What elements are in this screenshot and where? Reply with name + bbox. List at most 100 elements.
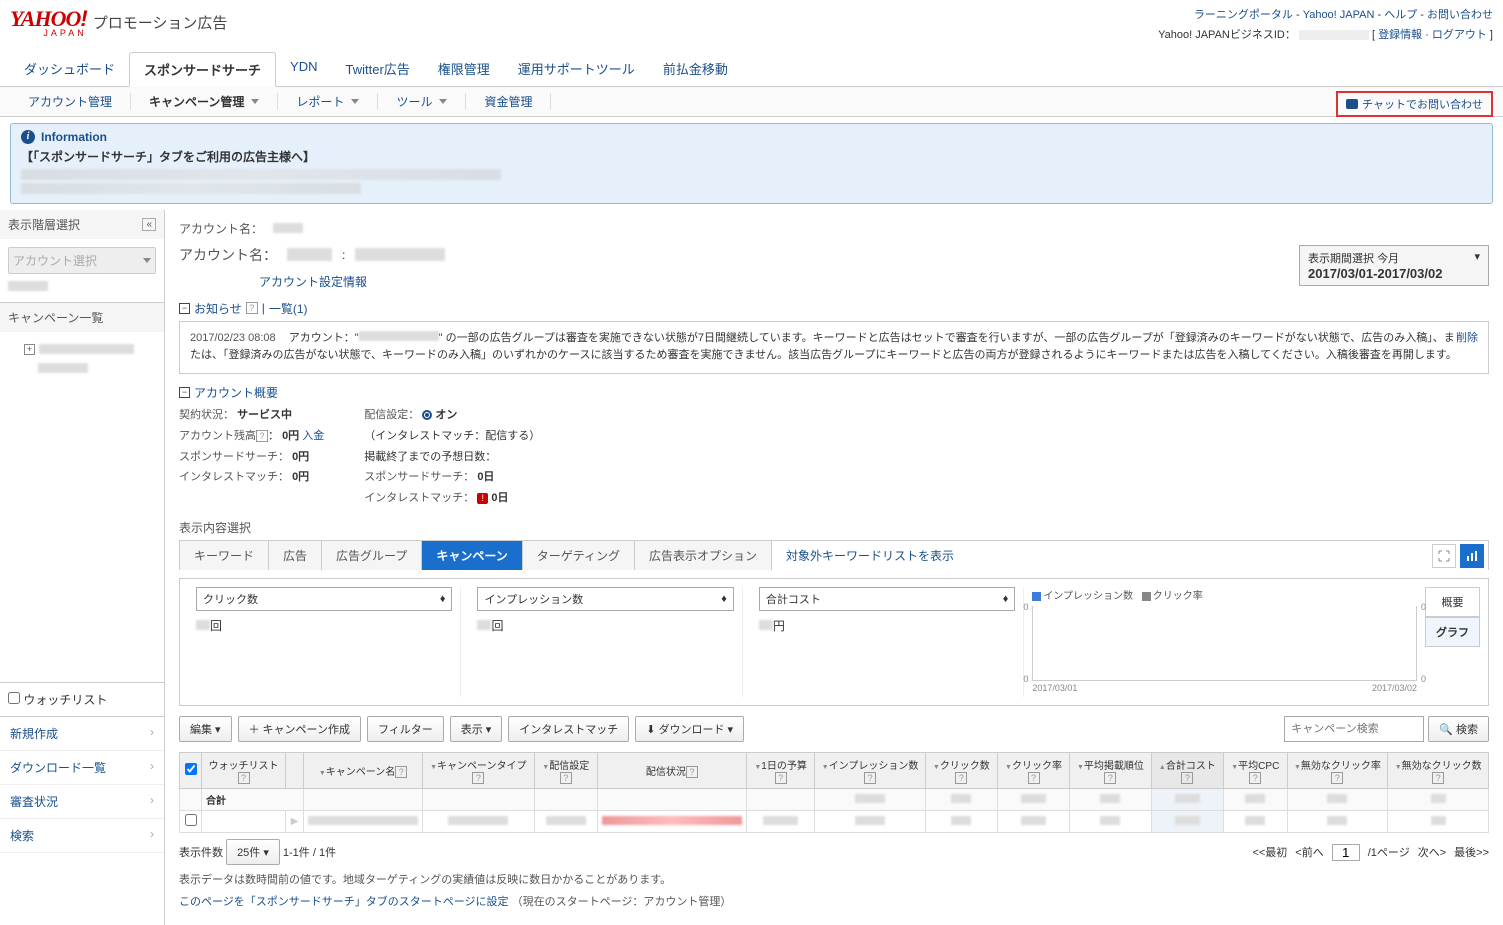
col-total-cost[interactable]: ▲合計コスト?: [1151, 753, 1223, 789]
download-button[interactable]: ⬇ダウンロード ▾: [635, 716, 744, 742]
help-icon[interactable]: ?: [256, 430, 268, 442]
subnav-report[interactable]: レポート: [278, 93, 378, 110]
page-input[interactable]: [1332, 844, 1360, 861]
row-checkbox[interactable]: [185, 814, 197, 826]
pager-first[interactable]: <<最初: [1252, 844, 1287, 860]
ctab-keyword[interactable]: キーワード: [180, 541, 269, 570]
tab-dashboard[interactable]: ダッシュボード: [10, 52, 129, 86]
metric-select-2[interactable]: インプレッション数♦: [477, 587, 733, 611]
metric-select-1[interactable]: クリック数♦: [196, 587, 452, 611]
ss-balance: 0円: [292, 451, 309, 463]
subnav-account[interactable]: アカウント管理: [10, 93, 131, 110]
col-impressions[interactable]: ▼インプレッション数?: [815, 753, 926, 789]
tab-ydn[interactable]: YDN: [276, 52, 331, 86]
notice-box: 削除 2017/02/23 08:08 アカウント："" の一部の広告グループは…: [179, 321, 1489, 374]
subnav-tool[interactable]: ツール: [378, 93, 466, 110]
tab-prepaid[interactable]: 前払金移動: [649, 52, 742, 86]
pager-prev[interactable]: <前へ: [1295, 844, 1323, 860]
notice-prefix: アカウント：": [289, 332, 359, 344]
subnav-funds[interactable]: 資金管理: [466, 93, 551, 110]
col-daily-budget[interactable]: ▼1日の予算?: [746, 753, 814, 789]
link-learning-portal[interactable]: ラーニングポータル: [1194, 9, 1293, 21]
notice-delete[interactable]: 削除: [1456, 330, 1478, 348]
collapse-sidebar-button[interactable]: «: [142, 218, 156, 231]
notice-date: 2017/02/23 08:08: [190, 332, 276, 344]
ctab-campaign[interactable]: キャンペーン: [422, 541, 522, 570]
interest-match-button[interactable]: インタレストマッチ: [508, 716, 629, 742]
footer-note: 表示データは数時間前の値です。地域ターゲティングの実績値は反映に数日かかることが…: [179, 871, 1489, 887]
link-logout[interactable]: ログアウト: [1432, 29, 1487, 41]
rows-per-page[interactable]: 25件 ▾: [226, 839, 280, 865]
notice-header[interactable]: お知らせ: [194, 300, 242, 317]
campaign-search-input[interactable]: [1284, 716, 1424, 742]
tab-graph[interactable]: グラフ: [1425, 617, 1480, 647]
account-settings-link[interactable]: アカウント設定情報: [259, 275, 367, 289]
im-delivery-note: （インタレストマッチ：配信する）: [364, 426, 540, 447]
sidebar-link-search[interactable]: 検索›: [0, 819, 164, 853]
pager-next[interactable]: 次へ>: [1418, 844, 1446, 860]
chat-contact-button[interactable]: チャットでお問い合わせ: [1336, 91, 1493, 117]
display-button[interactable]: 表示 ▾: [450, 716, 503, 742]
link-reg-info[interactable]: 登録情報: [1378, 29, 1422, 41]
collapse-icon[interactable]: −: [179, 387, 190, 398]
metric-select-3[interactable]: 合計コスト♦: [759, 587, 1015, 611]
days-remaining-label: 掲載終了までの予想日数：: [364, 447, 540, 468]
link-yahoo-japan[interactable]: Yahoo! JAPAN: [1303, 9, 1375, 21]
date-range-selector[interactable]: 表示期間選択 今月 ▾ 2017/03/01-2017/03/02: [1299, 245, 1489, 286]
overview-header[interactable]: アカウント概要: [194, 384, 278, 401]
col-delivery-setting[interactable]: ▼配信設定?: [534, 753, 597, 789]
tab-twitter[interactable]: Twitter広告: [331, 52, 423, 86]
ctab-ad[interactable]: 広告: [269, 541, 322, 570]
col-clicks[interactable]: ▼クリック数?: [925, 753, 997, 789]
col-campaign-type[interactable]: ▼キャンペーンタイプ?: [423, 753, 535, 789]
account-select[interactable]: アカウント選択: [8, 247, 156, 274]
chart-toggle-button[interactable]: [1460, 544, 1484, 568]
col-status[interactable]: [286, 753, 304, 789]
col-invalid-clicks[interactable]: ▼無効なクリック数?: [1388, 753, 1489, 789]
contract-status: サービス中: [237, 409, 292, 421]
col-avg-cpc[interactable]: ▼平均CPC?: [1224, 753, 1288, 789]
tab-sponsored-search[interactable]: スポンサードサーチ: [129, 52, 276, 87]
select-all-checkbox[interactable]: [185, 763, 197, 775]
help-icon[interactable]: ?: [246, 302, 258, 314]
search-button[interactable]: 🔍 検索: [1428, 716, 1489, 742]
total-row: 合計: [180, 789, 1489, 811]
col-watchlist[interactable]: ウォッチリスト?: [202, 753, 286, 789]
expand-icon[interactable]: +: [24, 344, 35, 355]
notice-list-link[interactable]: 一覧(1): [269, 300, 308, 317]
deposit-link[interactable]: 入金: [302, 430, 324, 442]
sidebar-link-review[interactable]: 審査状況›: [0, 785, 164, 819]
col-campaign-name[interactable]: ▼キャンペーン名?: [304, 753, 423, 789]
col-avg-position[interactable]: ▼平均掲載順位?: [1070, 753, 1152, 789]
create-campaign-button[interactable]: ＋キャンペーン作成: [238, 716, 361, 742]
col-invalid-ctr[interactable]: ▼無効なクリック率?: [1287, 753, 1388, 789]
chat-icon: [1346, 99, 1358, 109]
campaign-tree-item[interactable]: +: [8, 340, 156, 359]
sidebar-link-create[interactable]: 新規作成›: [0, 717, 164, 751]
ctab-adgroup[interactable]: 広告グループ: [322, 541, 422, 570]
edit-button[interactable]: 編集 ▾: [179, 716, 232, 742]
link-contact[interactable]: お問い合わせ: [1427, 9, 1493, 21]
col-delivery-status[interactable]: 配信状況?: [597, 753, 746, 789]
tab-summary[interactable]: 概要: [1425, 587, 1480, 617]
sidebar: 表示階層選択 « アカウント選択 キャンペーン一覧 + ウォッチリスト: [0, 210, 165, 925]
set-start-page-link[interactable]: このページを「スポンサードサーチ」タブのスタートページに設定: [179, 896, 509, 908]
watchlist-checkbox[interactable]: ウォッチリスト: [8, 693, 107, 707]
tab-permissions[interactable]: 権限管理: [424, 52, 504, 86]
fullscreen-button[interactable]: [1432, 544, 1456, 568]
collapse-icon[interactable]: −: [179, 303, 190, 314]
filter-button[interactable]: フィルター: [367, 716, 444, 742]
table-row[interactable]: ▶: [180, 811, 1489, 833]
content-tabs: キーワード 広告 広告グループ キャンペーン ターゲティング 広告表示オプション…: [179, 540, 1489, 570]
subnav-campaign[interactable]: キャンペーン管理: [131, 93, 278, 110]
link-help[interactable]: ヘルプ: [1384, 9, 1417, 21]
ctab-targeting[interactable]: ターゲティング: [523, 541, 635, 570]
biz-id-value: [1299, 30, 1369, 40]
ctab-ad-options[interactable]: 広告表示オプション: [635, 541, 772, 570]
negative-keywords-link[interactable]: 対象外キーワードリストを表示: [786, 549, 954, 563]
sidebar-link-downloads[interactable]: ダウンロード一覧›: [0, 751, 164, 785]
col-ctr[interactable]: ▼クリック率?: [997, 753, 1069, 789]
tab-support-tool[interactable]: 運用サポートツール: [504, 52, 649, 86]
pager-last[interactable]: 最後>>: [1454, 844, 1489, 860]
main-tabs: ダッシュボード スポンサードサーチ YDN Twitter広告 権限管理 運用サ…: [0, 46, 1503, 87]
